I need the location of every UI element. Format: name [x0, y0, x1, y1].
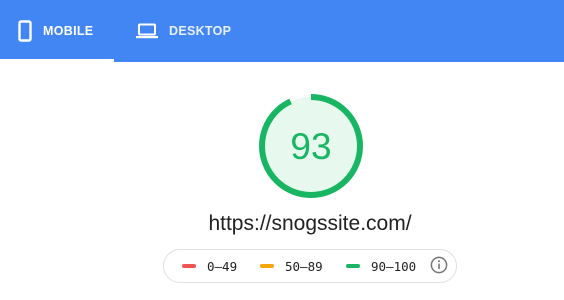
- selected-tab-indicator: [0, 59, 114, 62]
- tab-mobile[interactable]: MOBILE: [18, 0, 93, 62]
- legend-fail-label: 0–49: [207, 258, 238, 274]
- legend-average-swatch: [260, 264, 274, 268]
- score-legend: 0–49 50–89 90–100: [163, 249, 457, 283]
- tested-url: https://snogssite.com/: [208, 212, 412, 235]
- legend-pass-swatch: [346, 264, 360, 268]
- tab-mobile-label: MOBILE: [43, 24, 94, 38]
- legend-pass: 90–100: [346, 250, 416, 282]
- tab-desktop-label: DESKTOP: [169, 24, 232, 38]
- score-value: 93: [290, 126, 332, 167]
- legend-fail: 0–49: [182, 250, 237, 282]
- performance-score-gauge: 93: [255, 90, 367, 202]
- info-icon[interactable]: [430, 256, 448, 274]
- legend-pass-label: 90–100: [371, 258, 417, 274]
- tab-desktop[interactable]: DESKTOP: [136, 0, 231, 62]
- laptop-icon: [136, 23, 158, 39]
- legend-average: 50–89: [260, 250, 323, 282]
- phone-icon: [18, 20, 32, 42]
- legend-average-label: 50–89: [285, 258, 323, 274]
- header-bar: MOBILE DESKTOP: [0, 0, 564, 62]
- legend-fail-swatch: [182, 264, 196, 268]
